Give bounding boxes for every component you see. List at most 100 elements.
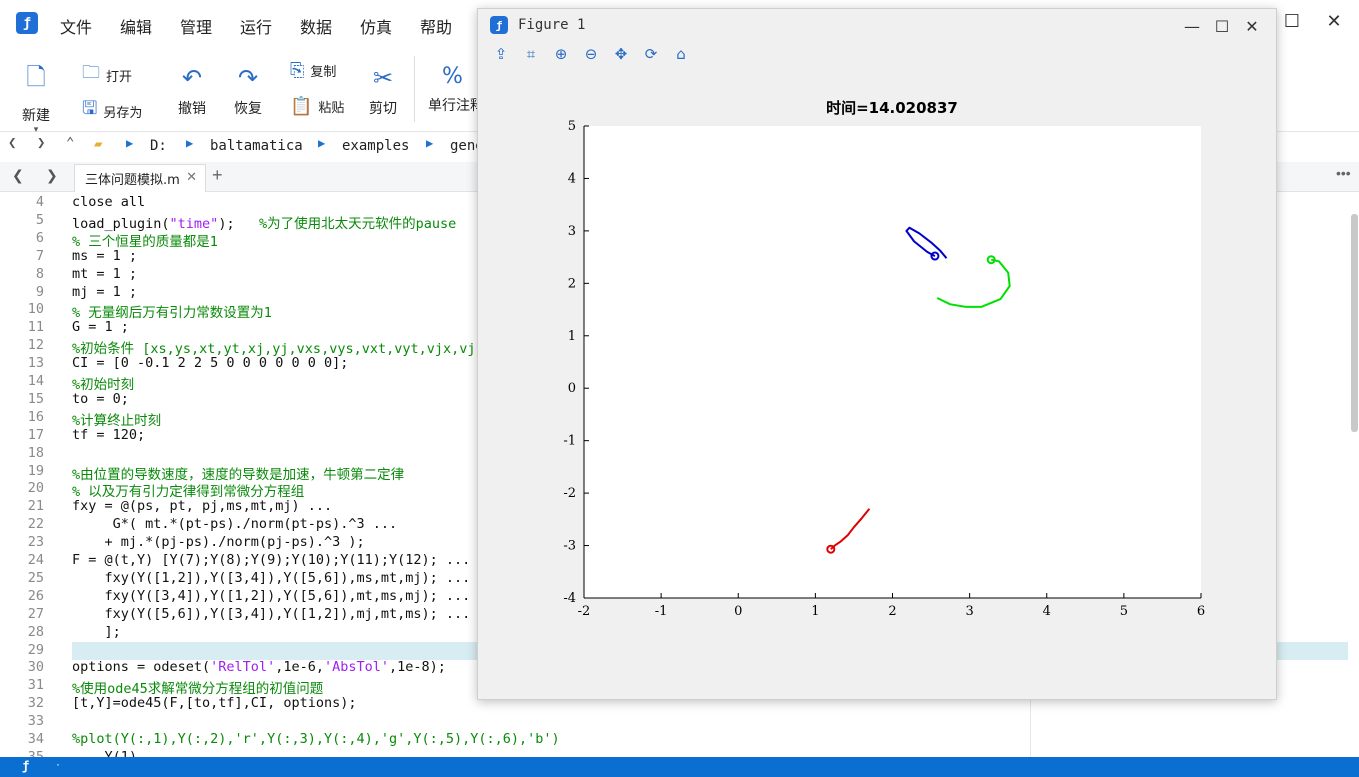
- line-number: 29: [27, 641, 44, 658]
- maximize-icon[interactable]: ☐: [1211, 15, 1233, 37]
- line-number: 10: [27, 301, 44, 318]
- line-number: 27: [27, 605, 44, 622]
- cut-button[interactable]: ✂ 剪切: [369, 64, 397, 118]
- code-line: G = 1 ;: [72, 319, 129, 336]
- menu-simulation[interactable]: 仿真: [360, 14, 392, 38]
- figure-title-bar[interactable]: ƒ Figure 1 — ☐ ✕: [478, 9, 1276, 41]
- tab-scroll-left-icon[interactable]: ❮: [12, 167, 24, 184]
- menu-help[interactable]: 帮助: [420, 14, 452, 38]
- cut-label: 剪切: [369, 101, 397, 117]
- menu-edit[interactable]: 编辑: [120, 14, 152, 38]
- status-logo-icon: ƒ: [22, 759, 30, 773]
- zoom-box-icon[interactable]: ⌗: [520, 43, 542, 65]
- x-tick-label: 3: [965, 604, 973, 619]
- zoom-in-icon[interactable]: ⊕: [550, 43, 572, 65]
- copy-button[interactable]: ⎘ 复制: [290, 60, 336, 81]
- new-label: 新建: [22, 108, 50, 124]
- code-line: G*( mt.*(pt-ps)./norm(pt-ps).^3 ...: [72, 516, 398, 533]
- y-tick-label: 5: [568, 119, 576, 134]
- copy-label: 复制: [310, 65, 337, 80]
- x-tick-label: 6: [1197, 604, 1205, 619]
- editor-scrollbar[interactable]: [1351, 214, 1358, 432]
- x-tick-label: 2: [888, 604, 896, 619]
- open-button[interactable]: 🗀 打开: [82, 60, 132, 90]
- line-number: 16: [27, 408, 44, 425]
- tab-label: 三体问题模拟.m: [85, 173, 180, 188]
- y-tick-label: -3: [563, 539, 576, 554]
- path-separator-icon: ▶: [318, 136, 326, 150]
- home-icon[interactable]: ⌂: [670, 43, 692, 65]
- x-tick-label: 1: [811, 604, 819, 619]
- menu-data[interactable]: 数据: [300, 14, 332, 38]
- maximize-icon[interactable]: ☐: [1281, 10, 1303, 32]
- x-tick-label: -1: [655, 604, 668, 619]
- line-number: 24: [27, 552, 44, 568]
- menu-run[interactable]: 运行: [240, 14, 272, 38]
- code-line: tf = 120;: [72, 426, 146, 443]
- new-tab-icon[interactable]: +: [212, 165, 223, 186]
- code-line: %plot(Y(:,1),Y(:,2),'r',Y(:,3),Y(:,4),'g…: [72, 731, 560, 747]
- line-number: 22: [27, 516, 44, 533]
- redo-button[interactable]: ↷ 恢复: [234, 64, 262, 118]
- undo-button[interactable]: ↶ 撤销: [178, 64, 206, 118]
- line-number: 4: [35, 194, 44, 210]
- menu-manage[interactable]: 管理: [180, 14, 212, 38]
- close-icon[interactable]: ✕: [1241, 15, 1263, 37]
- paste-label: 粘贴: [318, 101, 345, 116]
- comment-button[interactable]: % 单行注释: [428, 64, 484, 115]
- path-segment-baltamatica[interactable]: baltamatica: [210, 138, 303, 154]
- code-line: ];: [72, 623, 121, 640]
- comment-label: 单行注释: [428, 98, 484, 114]
- save-as-icon: 🖫: [82, 98, 98, 119]
- paste-button[interactable]: 📋 粘贴: [290, 96, 344, 117]
- code-line: CI = [0 -0.1 2 2 5 0 0 0 0 0 0 0];: [72, 355, 349, 372]
- save-as-button[interactable]: 🖫 另存为: [82, 96, 142, 126]
- new-file-icon: 🗋: [26, 63, 46, 91]
- figure-title: Figure 1: [518, 17, 586, 33]
- path-segment-drive[interactable]: D:: [150, 138, 167, 154]
- redo-icon: ↷: [237, 64, 259, 92]
- code-line: mj = 1 ;: [72, 283, 138, 300]
- pan-icon[interactable]: ✥: [610, 43, 632, 65]
- code-line: ms = 1 ;: [72, 247, 138, 264]
- x-tick-label: 4: [1043, 604, 1051, 619]
- scissors-icon: ✂: [372, 64, 394, 92]
- y-tick-label: -2: [563, 486, 576, 501]
- line-number: 21: [27, 498, 44, 515]
- redo-label: 恢复: [234, 101, 262, 117]
- line-number: 9: [35, 283, 44, 300]
- copy-icon: ⎘: [290, 60, 305, 81]
- tab-scroll-right-icon[interactable]: ❯: [46, 167, 58, 184]
- status-bar: ƒ ·: [0, 757, 1359, 777]
- code-line: to = 0;: [72, 390, 129, 407]
- more-icon[interactable]: •••: [1336, 165, 1351, 181]
- folder-icon: 🗀: [82, 62, 100, 83]
- code-line: fxy(Y([3,4]),Y([1,2]),Y([5,6]),mt,ms,mj)…: [72, 587, 471, 604]
- tab-three-body[interactable]: 三体问题模拟.m ✕: [74, 164, 206, 192]
- forward-icon[interactable]: ❯: [37, 135, 45, 151]
- close-tab-icon[interactable]: ✕: [186, 170, 197, 185]
- save-as-label: 另存为: [103, 105, 143, 121]
- rotate-icon[interactable]: ⟳: [640, 43, 662, 65]
- figure-window: ƒ Figure 1 — ☐ ✕ ⇪ ⌗ ⊕ ⊖ ✥ ⟳ ⌂ 时间=14.020…: [477, 8, 1277, 700]
- new-button[interactable]: 🗋 新建 ▾: [22, 60, 50, 135]
- line-number: 17: [27, 426, 44, 443]
- y-tick-label: 2: [568, 276, 576, 291]
- x-tick-label: 0: [734, 604, 742, 619]
- save-icon[interactable]: ⇪: [490, 43, 512, 65]
- back-icon[interactable]: ❮: [8, 135, 16, 151]
- line-number: 30: [27, 659, 44, 676]
- code-line: fxy = @(ps, pt, pj,ms,mt,mj) ...: [72, 498, 333, 515]
- close-icon[interactable]: ✕: [1323, 10, 1345, 32]
- status-dot: ·: [56, 757, 60, 771]
- line-number: 28: [27, 623, 44, 640]
- zoom-out-icon[interactable]: ⊖: [580, 43, 602, 65]
- orbit-plot: 时间=14.020837 -2 -1 0 1 2 3 4 5 6 -4 -3 -2 -1 0 1 2 3 4 5: [563, 99, 1205, 619]
- minimize-icon[interactable]: —: [1181, 15, 1203, 37]
- open-label: 打开: [106, 69, 133, 85]
- path-segment-examples[interactable]: examples: [342, 138, 409, 154]
- line-number: 18: [27, 444, 44, 461]
- menu-file[interactable]: 文件: [60, 14, 92, 38]
- line-number: 26: [27, 587, 44, 604]
- up-icon[interactable]: ⌃: [66, 135, 74, 151]
